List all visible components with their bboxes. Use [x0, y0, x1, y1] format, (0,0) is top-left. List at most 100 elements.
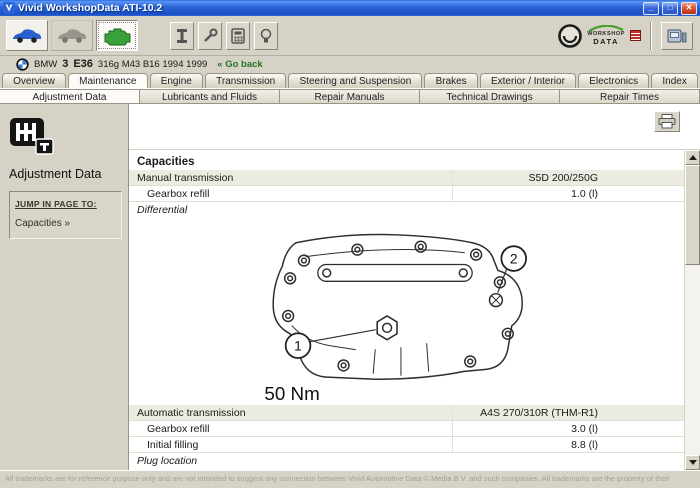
car-blue-icon: [11, 27, 43, 44]
adjustment-data-icon: [9, 116, 55, 156]
row-value: A4S 270/310R (THM-R1): [452, 405, 684, 420]
vehicle-select-button[interactable]: [6, 20, 48, 51]
scrollbar-thumb[interactable]: [685, 165, 700, 265]
wrench-icon: [202, 28, 218, 44]
row-value: 8.8 (l): [452, 437, 684, 452]
main-toolbar: WORKSHOP DATA: [0, 16, 700, 56]
device-button[interactable]: [661, 22, 693, 50]
table-note-row: Plug location: [129, 453, 684, 468]
diagram-container: 1 2 50 Nm: [129, 217, 684, 405]
table-row: Gearbox refill 3.0 (l): [129, 421, 684, 437]
vivid-logo: [558, 24, 582, 48]
arrow-down-icon: [689, 460, 697, 465]
jump-link-capacities[interactable]: Capacities »: [15, 218, 116, 229]
tab-overview[interactable]: Overview: [2, 73, 66, 88]
app-window: Vivid WorkshopData ATI-10.2 _ □ ✕: [0, 0, 700, 488]
module-data-button[interactable]: [96, 20, 138, 51]
vehicle-alt-button[interactable]: [51, 20, 93, 51]
column-icon: [175, 28, 189, 44]
toolbar-separator: [650, 22, 652, 50]
app-icon: [3, 2, 15, 14]
vehicle-detail: 316g M43 B16 1994 1999: [98, 59, 207, 70]
jump-panel: JUMP IN PAGE TO: Capacities »: [9, 191, 122, 239]
callout-1: 1: [294, 338, 302, 354]
scroll-up-button[interactable]: [685, 150, 700, 165]
main-area: Adjustment Data JUMP IN PAGE TO: Capacit…: [0, 104, 700, 470]
close-button[interactable]: ✕: [681, 2, 697, 15]
adjustment-table: Capacities Manual transmission S5D 200/2…: [129, 150, 684, 470]
tab-lubricants-and-fluids[interactable]: Lubricants and Fluids: [139, 89, 280, 104]
secondary-tab-bar: Adjustment Data Lubricants and Fluids Re…: [0, 88, 700, 104]
tab-adjustment-data[interactable]: Adjustment Data: [0, 89, 140, 104]
tab-steering-and-suspension[interactable]: Steering and Suspension: [288, 73, 422, 88]
tools-button[interactable]: [198, 22, 222, 50]
jump-in-page-label: JUMP IN PAGE TO:: [15, 199, 116, 209]
arrow-up-icon: [689, 155, 697, 160]
sidebar: Adjustment Data JUMP IN PAGE TO: Capacit…: [0, 104, 129, 470]
tab-brakes[interactable]: Brakes: [424, 73, 477, 88]
bulb-icon: [259, 28, 273, 44]
tab-repair-manuals[interactable]: Repair Manuals: [279, 89, 420, 104]
table-row: Manual transmission S5D 200/250G: [129, 170, 684, 186]
row-value: 3.0 (l): [452, 421, 684, 436]
logo-line2: DATA: [593, 38, 619, 46]
vertical-scrollbar[interactable]: [684, 150, 700, 470]
row-label: Plug location: [129, 453, 684, 468]
calculator-icon: [231, 28, 245, 44]
row-label: Gearbox refill: [129, 421, 452, 436]
vehicle-make: BMW: [34, 59, 57, 70]
table-row: Initial filling 8.8 (l): [129, 437, 684, 453]
minimize-button[interactable]: _: [643, 2, 659, 15]
row-value: S5D 200/250G: [452, 170, 684, 185]
tab-technical-drawings[interactable]: Technical Drawings: [419, 89, 560, 104]
content-header-strip: [129, 104, 700, 150]
technical-data-button[interactable]: [170, 22, 194, 50]
vehicle-model: 3: [62, 58, 68, 70]
maximize-button[interactable]: □: [662, 2, 678, 15]
sidebar-title: Adjustment Data: [9, 167, 122, 181]
help-button[interactable]: [254, 22, 278, 50]
car-gray-icon: [56, 27, 88, 44]
torque-label: 50 Nm: [264, 383, 319, 404]
table-note-row: Differential: [129, 202, 684, 217]
printer-icon: [658, 114, 676, 129]
vehicle-breadcrumb: BMW 3 E36 316g M43 B16 1994 1999 « Go ba…: [0, 56, 700, 72]
scroll-region: Capacities Manual transmission S5D 200/2…: [129, 150, 700, 470]
callout-2: 2: [510, 251, 518, 267]
window-title: Vivid WorkshopData ATI-10.2: [18, 2, 640, 14]
device-icon: [667, 28, 687, 44]
section-title: Capacities: [129, 150, 684, 170]
tab-maintenance[interactable]: Maintenance: [68, 73, 148, 88]
scrollbar-track[interactable]: [685, 165, 700, 455]
engine-green-icon: [102, 25, 132, 47]
row-label: Gearbox refill: [129, 186, 452, 201]
row-label: Manual transmission: [129, 170, 452, 185]
bmw-roundel-icon: [16, 58, 29, 71]
vehicle-chassis: E36: [73, 58, 93, 70]
status-bar: All trademarks are for reference purpose…: [0, 470, 700, 488]
table-row: Automatic transmission A4S 270/310R (THM…: [129, 405, 684, 421]
tab-transmission[interactable]: Transmission: [205, 73, 286, 88]
print-button[interactable]: [654, 111, 680, 132]
tab-engine[interactable]: Engine: [150, 73, 203, 88]
tab-exterior-interior[interactable]: Exterior / Interior: [480, 73, 576, 88]
ati-badge[interactable]: [630, 30, 641, 41]
row-label: Initial filling: [129, 437, 452, 452]
row-label: Automatic transmission: [129, 405, 452, 420]
workshopdata-logo: WORKSHOP DATA: [587, 25, 625, 46]
content-panel: Capacities Manual transmission S5D 200/2…: [129, 104, 700, 470]
row-label: Differential: [129, 202, 684, 217]
scroll-down-button[interactable]: [685, 455, 700, 470]
go-back-link[interactable]: « Go back: [217, 59, 262, 70]
tab-index[interactable]: Index: [651, 73, 698, 88]
table-row: Gearbox refill 1.0 (l): [129, 186, 684, 202]
toolbar-right-cluster: WORKSHOP DATA: [558, 22, 694, 50]
tab-repair-times[interactable]: Repair Times: [559, 89, 700, 104]
trademark-disclaimer: All trademarks are for reference purpose…: [5, 474, 670, 483]
row-value: 1.0 (l): [452, 186, 684, 201]
differential-diagram: 1 2 50 Nm: [225, 217, 565, 405]
primary-tab-bar: Overview Maintenance Engine Transmission…: [0, 72, 700, 88]
title-bar: Vivid WorkshopData ATI-10.2 _ □ ✕: [0, 0, 700, 16]
tab-electronics[interactable]: Electronics: [578, 73, 649, 88]
calculator-button[interactable]: [226, 22, 250, 50]
